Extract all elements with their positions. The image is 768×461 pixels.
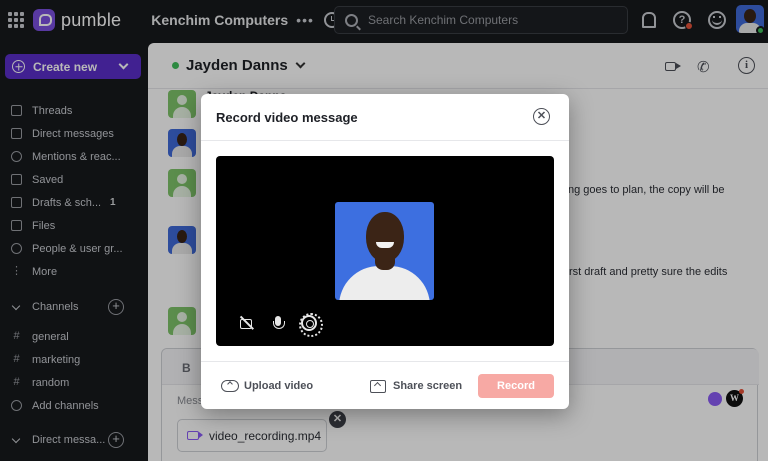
divider xyxy=(201,140,569,141)
settings-gear-icon[interactable] xyxy=(299,313,323,337)
microphone-icon[interactable] xyxy=(270,315,286,331)
share-screen-label: Share screen xyxy=(393,380,463,392)
upload-video-label: Upload video xyxy=(244,380,314,392)
share-screen-icon xyxy=(370,379,386,393)
camera-off-icon[interactable] xyxy=(239,315,255,331)
upload-video-button[interactable]: Upload video xyxy=(221,374,313,398)
cloud-upload-icon xyxy=(221,380,239,392)
close-icon[interactable]: ✕ xyxy=(533,108,550,125)
camera-feed xyxy=(335,202,434,300)
share-screen-button[interactable]: Share screen xyxy=(370,374,462,398)
record-video-dialog: Record video message ✕ Upload video Shar… xyxy=(201,94,569,409)
video-preview xyxy=(216,156,554,346)
divider xyxy=(201,361,569,362)
record-button[interactable]: Record xyxy=(478,374,554,398)
dialog-title: Record video message xyxy=(216,110,358,125)
